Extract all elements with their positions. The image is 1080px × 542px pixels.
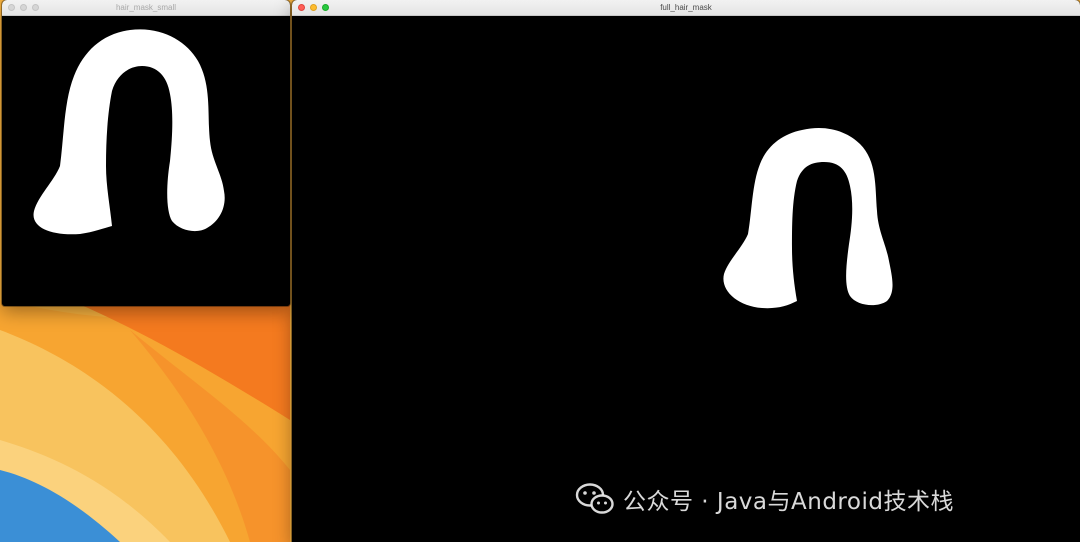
mask-canvas	[292, 16, 1080, 542]
mask-canvas	[2, 16, 290, 306]
hair-mask-shape	[33, 29, 225, 235]
full-hair-mask-window[interactable]: full_hair_mask	[292, 0, 1080, 542]
window-title: hair_mask_small	[115, 3, 177, 12]
window-titlebar[interactable]: hair_mask_small	[2, 0, 290, 16]
hair-mask-shape	[723, 127, 893, 309]
window-title: full_hair_mask	[660, 3, 712, 12]
watermark-text: 公众号 · Java与Android技术栈	[623, 489, 954, 515]
window-titlebar[interactable]: full_hair_mask	[292, 0, 1080, 16]
wechat-icon	[575, 482, 615, 516]
hair-mask-small-window[interactable]: hair_mask_small	[2, 0, 290, 306]
watermark: 公众号 · Java与Android技术栈	[575, 482, 954, 516]
